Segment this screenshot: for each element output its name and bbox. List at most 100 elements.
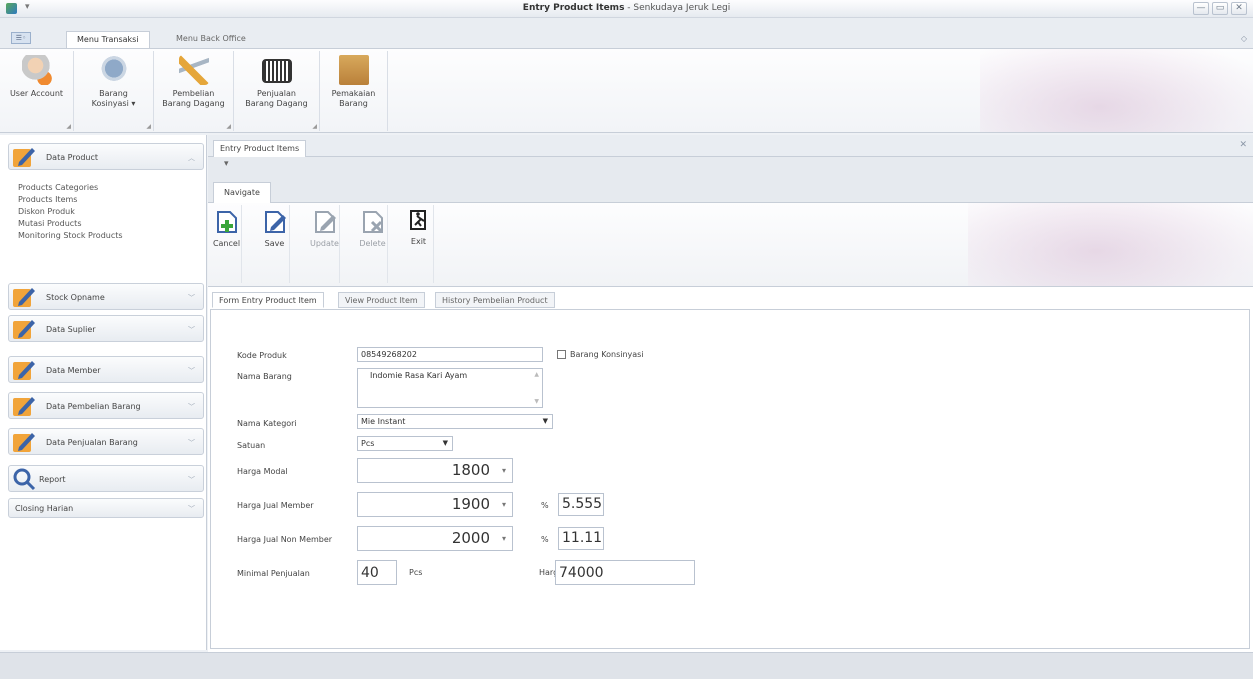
ribbon-collapse-icon[interactable]: ◇ [1241,34,1247,43]
minimal-penjualan-label: Minimal Penjualan [237,569,310,578]
navigate-ribbon: Cancel Save Update Delete Exit [208,203,1253,287]
nav-group-data-suplier[interactable]: Data Suplier ﹀ [8,315,204,342]
tab-view-product-item[interactable]: View Product Item [338,292,425,308]
nav-group-stock-opname[interactable]: Stock Opname ﹀ [8,283,204,310]
nav-group-report[interactable]: Report ﹀ [8,465,204,492]
spin-dropdown-icon[interactable]: ▾ [502,534,506,543]
ribbon: User Account ◢ Barang Kosinyasi ▾ ◢ Pemb… [0,49,1253,133]
chevron-up-icon: ︿ [188,154,195,162]
group-launcher-icon[interactable]: ◢ [226,123,231,130]
document-tab-bar: Entry Product Items ✕ [208,135,1253,157]
chevron-down-icon: ﹀ [188,476,195,484]
maximize-button[interactable]: ▭ [1212,2,1228,15]
satuan-label: Satuan [237,441,266,450]
harga-jual-member-field[interactable]: 1900 ▾ [357,492,513,517]
harga-jual-non-member-label: Harga Jual Non Member [237,535,333,544]
status-bar [0,652,1253,679]
nav-group-closing-harian[interactable]: Closing Harian ﹀ [8,498,204,518]
pemakaian-barang-button[interactable]: Pemakaian Barang [320,51,388,131]
boxes-icon [338,55,369,85]
sub-ribbon-tab-bar: ▾ Navigate [208,157,1253,203]
barang-konsinyasi-checkbox[interactable] [557,350,566,359]
harga-jual-member-label: Harga Jual Member [237,501,314,510]
nav-group-data-penjualan-barang[interactable]: Data Penjualan Barang ﹀ [8,428,204,455]
exit-button[interactable]: Exit [404,205,434,283]
harga-total-field[interactable]: 74000 [555,560,695,585]
member-margin-percent-field[interactable]: 5.555 [558,493,604,516]
nav-item-products-items[interactable]: Products Items [18,195,77,204]
tab-menu-transaksi[interactable]: Menu Transaksi [66,31,150,48]
delete-document-icon [362,211,383,233]
ribbon-tab-bar: ☰◦ Menu Transaksi Menu Back Office ◇ [0,18,1253,49]
user-add-icon [21,55,52,85]
close-button[interactable]: ✕ [1231,2,1247,15]
exit-door-icon [409,210,426,230]
delete-button[interactable]: Delete [358,205,388,283]
spin-dropdown-icon[interactable]: ▾ [502,466,506,475]
left-navigation-pane: Data Product ︿ Products Categories Produ… [0,135,207,650]
minimal-unit-label: Pcs [409,568,423,577]
network-icon [98,55,129,85]
nama-kategori-label: Nama Kategori [237,419,297,428]
satuan-select[interactable]: Pcs ▼ [357,436,453,451]
save-button[interactable]: Save [260,205,290,283]
nama-barang-label: Nama Barang [237,372,292,381]
edit-icon [13,397,35,416]
nama-barang-field[interactable]: Indomie Rasa Kari Ayam ▲ ▼ [357,368,543,408]
chevron-down-icon: ﹀ [188,294,195,302]
group-launcher-icon[interactable]: ◢ [146,123,151,130]
nav-item-mutasi-products[interactable]: Mutasi Products [18,219,82,228]
nav-item-diskon-produk[interactable]: Diskon Produk [18,207,75,216]
chevron-down-icon: ﹀ [188,326,195,334]
magnifier-icon [13,468,36,491]
background-flower [980,49,1253,132]
pembelian-barang-dagang-button[interactable]: Pembelian Barang Dagang ◢ [154,51,234,131]
spin-dropdown-icon[interactable]: ▾ [502,500,506,509]
user-account-button[interactable]: User Account ◢ [0,51,74,131]
non-member-margin-percent-field[interactable]: 11.11 [558,527,604,550]
tab-form-entry-product-item[interactable]: Form Entry Product Item [212,292,324,308]
edit-document-icon [314,211,336,233]
harga-jual-non-member-field[interactable]: 2000 ▾ [357,526,513,551]
nav-group-data-member[interactable]: Data Member ﹀ [8,356,204,383]
kode-produk-label: Kode Produk [237,351,287,360]
barang-konsinyasi-button[interactable]: Barang Kosinyasi ▾ ◢ [74,51,154,131]
edit-icon [13,148,35,167]
harga-modal-field[interactable]: 1800 ▾ [357,458,513,483]
application-menu-button[interactable]: ☰◦ [11,32,31,44]
edit-document-icon [264,211,286,233]
chevron-down-icon: ﹀ [188,505,195,513]
chevron-down-icon: ﹀ [188,403,195,411]
group-launcher-icon[interactable]: ◢ [66,123,71,130]
dropdown-arrow-icon: ▼ [442,439,448,447]
form-entry-product-item: Kode Produk 08549268202 Barang Konsinyas… [210,309,1250,649]
group-launcher-icon[interactable]: ◢ [312,123,317,130]
tab-menu-back-office[interactable]: Menu Back Office [166,31,256,48]
nav-item-products-categories[interactable]: Products Categories [18,183,98,192]
minimize-button[interactable]: — [1193,2,1209,15]
minimal-penjualan-field[interactable]: 40 [357,560,397,585]
quick-access-dropdown-icon[interactable]: ▾ [224,159,229,169]
window-title: Entry Product Items - Senkudaya Jeruk Le… [522,3,731,13]
add-document-icon [216,211,237,233]
kode-produk-field[interactable]: 08549268202 [357,347,543,362]
edit-icon [13,433,35,452]
document-body: ▾ Navigate Cancel Save Update Delete Exi… [208,157,1253,652]
tag-icon [178,55,209,85]
barang-konsinyasi-label: Barang Konsinyasi [570,350,644,359]
cancel-button[interactable]: Cancel [212,205,242,283]
harga-modal-label: Harga Modal [237,467,288,476]
scroll-down-icon[interactable]: ▼ [534,398,539,405]
tab-entry-product-items[interactable]: Entry Product Items [213,140,307,157]
penjualan-barang-dagang-button[interactable]: Penjualan Barang Dagang ◢ [234,51,320,131]
tab-navigate[interactable]: Navigate [213,182,271,203]
nav-group-data-product[interactable]: Data Product ︿ [8,143,204,170]
kategori-select[interactable]: Mie Instant ▼ [357,414,553,429]
nav-group-data-pembelian-barang[interactable]: Data Pembelian Barang ﹀ [8,392,204,419]
chevron-down-icon: ﹀ [188,439,195,447]
scroll-up-icon[interactable]: ▲ [534,371,539,378]
close-document-icon[interactable]: ✕ [1239,140,1247,150]
nav-item-monitoring-stock-products[interactable]: Monitoring Stock Products [18,231,123,240]
tab-history-pembelian-product[interactable]: History Pembelian Product [435,292,555,308]
update-button[interactable]: Update [310,205,340,283]
